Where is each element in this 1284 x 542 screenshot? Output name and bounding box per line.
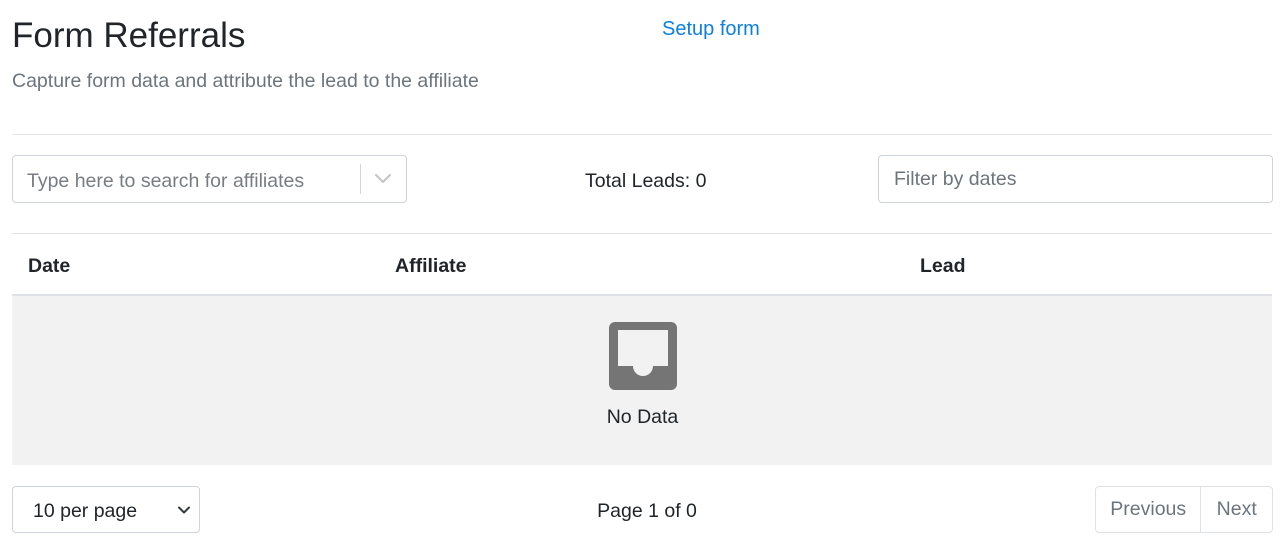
date-filter-input[interactable]	[878, 155, 1273, 203]
total-leads-count: Total Leads: 0	[585, 170, 707, 192]
affiliate-search-select[interactable]: Type here to search for affiliates	[12, 155, 407, 203]
column-header-affiliate[interactable]: Affiliate	[395, 254, 467, 278]
affiliate-search-placeholder: Type here to search for affiliates	[27, 170, 305, 192]
column-header-lead[interactable]: Lead	[920, 254, 966, 278]
column-header-date[interactable]: Date	[28, 254, 70, 278]
pagination-buttons: Previous Next	[1095, 486, 1273, 533]
chevron-down-icon[interactable]	[371, 168, 395, 190]
page-title: Form Referrals	[12, 16, 246, 55]
no-data-text: No Data	[606, 406, 679, 428]
page-subtitle: Capture form data and attribute the lead…	[12, 70, 479, 92]
inbox-icon	[609, 322, 677, 390]
setup-form-link[interactable]: Setup form	[662, 17, 760, 41]
form-referrals-page: Form Referrals Setup form Capture form d…	[0, 0, 1284, 542]
previous-page-button[interactable]: Previous	[1096, 487, 1202, 532]
select-indicator-separator	[360, 164, 361, 194]
empty-state-row: No Data	[12, 296, 1272, 465]
next-page-button[interactable]: Next	[1201, 487, 1272, 532]
page-indicator: Page 1 of 0	[597, 500, 697, 522]
header-divider	[12, 134, 1272, 135]
table-header-row: Date Affiliate Lead	[12, 234, 1272, 295]
